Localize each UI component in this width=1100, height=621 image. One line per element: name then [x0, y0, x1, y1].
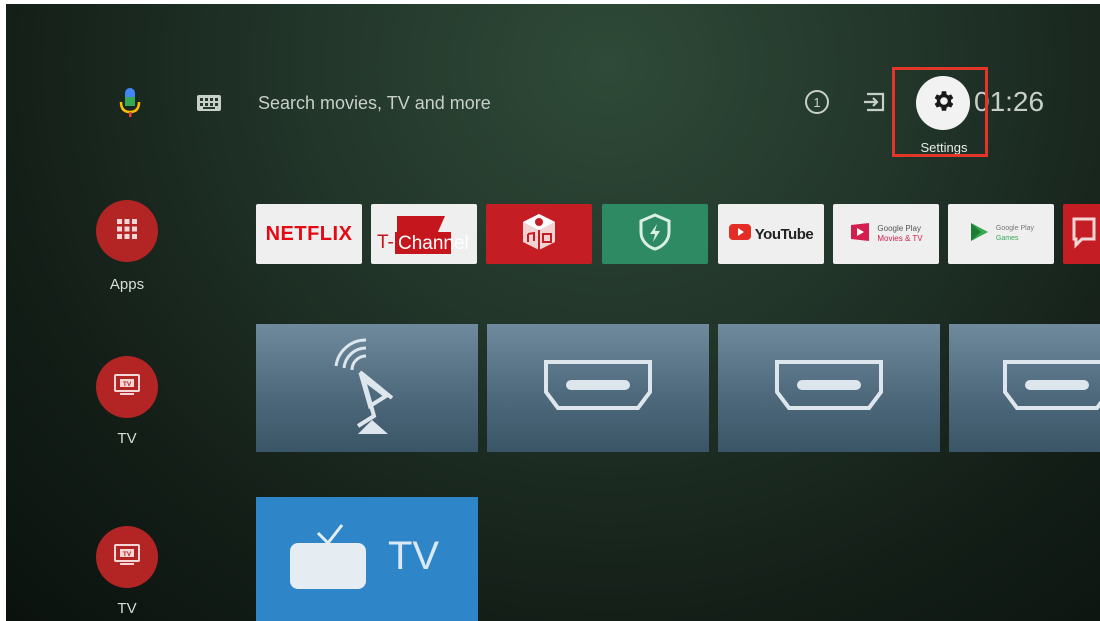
app-tile-partial[interactable] [1063, 204, 1100, 264]
youtube-logo-text: YouTube [754, 225, 814, 243]
sidebar-item-label: Apps [109, 276, 145, 293]
mic-icon[interactable] [118, 86, 142, 120]
app-tile-t-channel[interactable]: T- Channel [371, 204, 477, 264]
sidebar-item-label: TV [117, 430, 137, 447]
app-tile-youtube[interactable]: YouTube [718, 204, 824, 264]
play-movies-icon [849, 221, 871, 248]
media-cube-icon [519, 210, 559, 259]
netflix-logo-text: NETFLIX [265, 222, 353, 245]
hdmi-icon [1001, 358, 1100, 419]
tv-channel-tile[interactable] [256, 497, 478, 621]
t-channel-logo: T- Channel [377, 216, 469, 254]
info-icon[interactable]: 1 [803, 88, 831, 116]
tv-icon: TV [112, 372, 142, 403]
tv-icon: TV [112, 542, 142, 573]
youtube-play-icon [728, 223, 751, 245]
message-icon [1068, 215, 1100, 254]
grid-icon [114, 216, 140, 247]
keyboard-icon[interactable] [196, 92, 222, 114]
tv-tile-label: TV [388, 534, 440, 578]
tv-badge-text: TV [123, 381, 132, 388]
input-source-icon[interactable] [861, 88, 889, 116]
play-games-icon [968, 221, 990, 248]
app-tile-netflix[interactable]: NETFLIX [256, 204, 362, 264]
app-tile-google-play-games[interactable]: Google Play Games [948, 204, 1054, 264]
hdmi-icon [542, 358, 654, 419]
input-tile-antenna[interactable] [256, 324, 478, 452]
app-tile-security[interactable] [602, 204, 708, 264]
t-channel-text-b: Channel [398, 233, 469, 254]
svg-text:1: 1 [813, 95, 820, 110]
input-tile-hdmi-3[interactable] [949, 324, 1100, 452]
sidebar-item-label: TV [117, 600, 137, 617]
settings-highlight-box [892, 67, 988, 157]
antenna-icon [322, 336, 412, 441]
google-play-games-line1: Google Play [995, 225, 1035, 232]
search-input[interactable]: Search movies, TV and more [258, 93, 491, 114]
sidebar-item-tv[interactable]: TV [96, 356, 158, 418]
tv-badge-text: TV [123, 551, 132, 558]
input-tile-hdmi-2[interactable] [718, 324, 940, 452]
tv-set-icon [288, 521, 368, 598]
google-play-movies-line1: Google Play [877, 224, 921, 233]
hdmi-icon [773, 358, 885, 419]
shield-icon [637, 212, 673, 257]
app-tile-google-play-movies[interactable]: Google Play Movies & TV [833, 204, 939, 264]
t-channel-text-a: T- [377, 232, 394, 253]
sidebar-item-tv[interactable]: TV [96, 526, 158, 588]
tv-home-screen: Search movies, TV and more 1 Settings 01… [6, 4, 1100, 621]
input-tile-hdmi-1[interactable] [487, 324, 709, 452]
app-tile-media-center[interactable] [486, 204, 592, 264]
sidebar-item-apps[interactable] [96, 200, 158, 262]
google-play-games-line2: Games [995, 235, 1019, 242]
google-play-movies-line2: Movies & TV [877, 234, 923, 243]
